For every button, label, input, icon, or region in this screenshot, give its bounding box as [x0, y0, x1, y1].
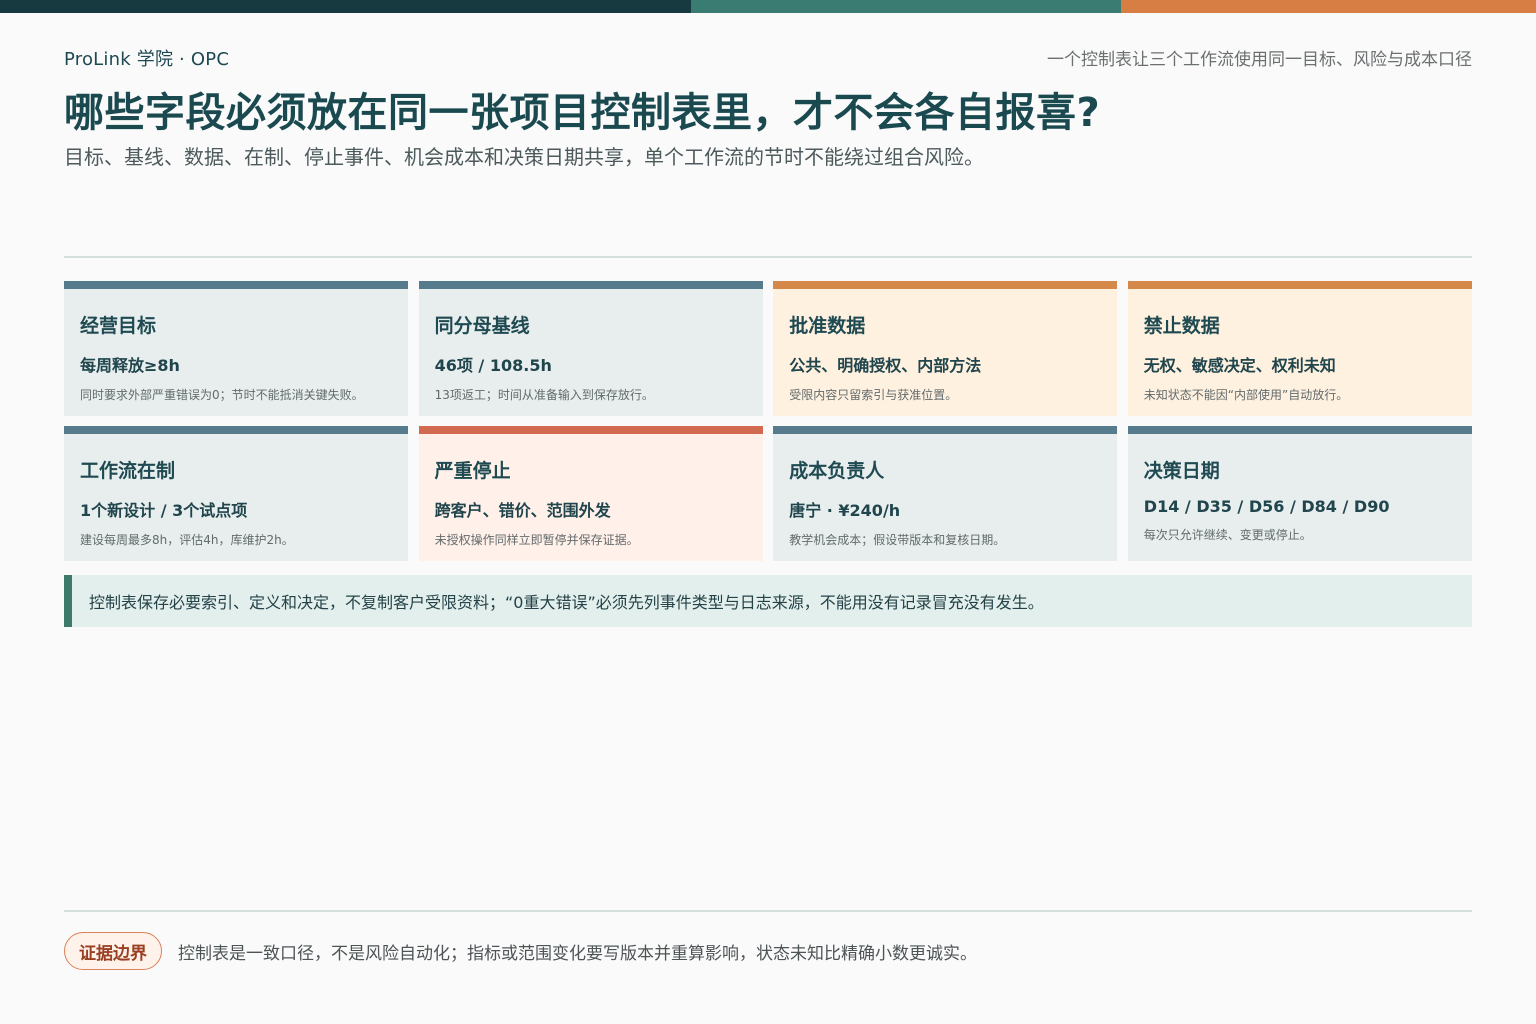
card-business-goal: 经营目标 每周释放≥8h 同时要求外部严重错误为0；节时不能抵消关键失败。	[64, 281, 408, 416]
card-value: 无权、敏感决定、权利未知	[1143, 356, 1336, 375]
evidence-boundary-badge: 证据边界	[64, 932, 162, 970]
card-note: 13项返工；时间从准备输入到保存放行。	[434, 388, 654, 402]
card-label: 工作流在制	[80, 460, 176, 482]
divider-bottom	[64, 910, 1472, 912]
tagline: 一个控制表让三个工作流使用同一目标、风险与成本口径	[1047, 50, 1472, 70]
card-note: 未授权操作同样立即暂停并保存证据。	[434, 533, 639, 547]
card-label: 经营目标	[80, 315, 157, 337]
page-subtitle: 目标、基线、数据、在制、停止事件、机会成本和决策日期共享，单个工作流的节时不能绕…	[64, 145, 984, 169]
top-color-bar	[0, 0, 1536, 13]
card-note: 每次只允许继续、变更或停止。	[1143, 528, 1312, 542]
card-value: 跨客户、错价、范围外发	[434, 501, 611, 520]
card-decision-dates: 决策日期 D14 / D35 / D56 / D84 / D90 每次只允许继续…	[1127, 426, 1472, 561]
brand-label: ProLink 学院 · OPC	[64, 49, 230, 70]
card-baseline: 同分母基线 46项 / 108.5h 13项返工；时间从准备输入到保存放行。	[418, 281, 763, 416]
top-bar-segment-dark	[0, 0, 691, 13]
field-card-grid: 经营目标 每周释放≥8h 同时要求外部严重错误为0；节时不能抵消关键失败。 同分…	[64, 281, 1472, 561]
callout-note: 控制表保存必要索引、定义和决定，不复制客户受限资料；“0重大错误”必须先列事件类…	[64, 575, 1472, 627]
card-label: 成本负责人	[789, 460, 885, 482]
card-note: 教学机会成本；假设带版本和复核日期。	[789, 533, 1006, 547]
card-severe-stop: 严重停止 跨客户、错价、范围外发 未授权操作同样立即暂停并保存证据。	[418, 426, 763, 561]
card-note: 受限内容只留索引与获准位置。	[789, 388, 958, 402]
card-cost-owner: 成本负责人 唐宁 · ¥240/h 教学机会成本；假设带版本和复核日期。	[773, 426, 1118, 561]
card-note: 未知状态不能因“内部使用”自动放行。	[1143, 388, 1349, 402]
card-value: 1个新设计 / 3个试点项	[80, 501, 248, 520]
card-approved-data: 批准数据 公共、明确授权、内部方法 受限内容只留索引与获准位置。	[773, 281, 1118, 416]
page-title: 哪些字段必须放在同一张项目控制表里，才不会各自报喜?	[64, 90, 1101, 136]
card-value: D14 / D35 / D56 / D84 / D90	[1143, 497, 1390, 516]
top-bar-segment-teal	[691, 0, 1121, 13]
card-label: 同分母基线	[434, 315, 530, 337]
card-value: 公共、明确授权、内部方法	[789, 356, 982, 375]
card-note: 同时要求外部严重错误为0；节时不能抵消关键失败。	[80, 388, 364, 402]
card-label: 严重停止	[434, 460, 511, 482]
card-wip: 工作流在制 1个新设计 / 3个试点项 建设每周最多8h，评估4h，库维护2h。	[64, 426, 408, 561]
card-value: 每周释放≥8h	[80, 356, 180, 375]
card-note: 建设每周最多8h，评估4h，库维护2h。	[80, 533, 294, 547]
footer-text: 控制表是一致口径，不是风险自动化；指标或范围变化要写版本并重算影响，状态未知比精…	[178, 943, 977, 964]
divider-top	[64, 256, 1472, 258]
card-label: 禁止数据	[1143, 315, 1220, 337]
card-label: 决策日期	[1143, 460, 1220, 482]
footer: 证据边界 控制表是一致口径，不是风险自动化；指标或范围变化要写版本并重算影响，状…	[64, 932, 977, 970]
card-label: 批准数据	[789, 315, 866, 337]
top-bar-segment-orange	[1121, 0, 1536, 13]
card-value: 唐宁 · ¥240/h	[789, 501, 901, 520]
card-value: 46项 / 108.5h	[434, 356, 552, 375]
card-forbidden-data: 禁止数据 无权、敏感决定、权利未知 未知状态不能因“内部使用”自动放行。	[1127, 281, 1472, 416]
